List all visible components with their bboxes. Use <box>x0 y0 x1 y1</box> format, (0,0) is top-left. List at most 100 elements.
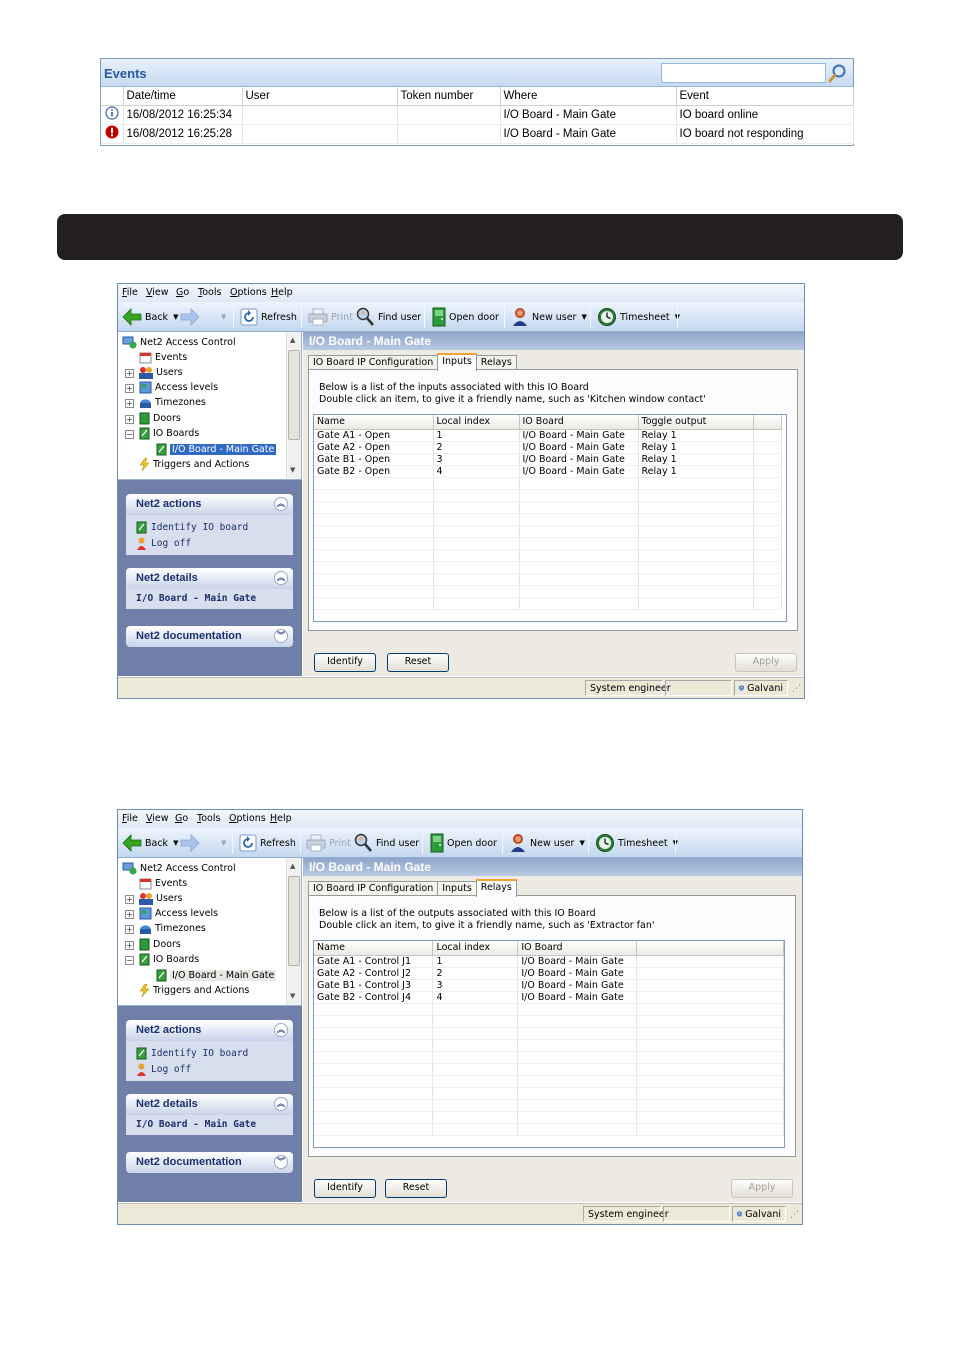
identify-button[interactable]: Identify <box>314 653 376 672</box>
tree-item-timezones[interactable]: Timezones <box>139 395 206 410</box>
new-user-button[interactable]: New user ▼ <box>509 833 585 853</box>
scroll-down-icon[interactable]: ▼ <box>290 466 295 474</box>
table-row[interactable]: 16/08/2012 16:25:34 I/O Board - Main Gat… <box>101 105 854 125</box>
expand-icon[interactable]: + <box>125 384 134 393</box>
back-button[interactable]: Back ▼ <box>122 307 178 327</box>
identify-button[interactable]: Identify <box>314 1179 376 1198</box>
column-header-token[interactable]: Token number <box>397 87 501 106</box>
documentation-header[interactable]: Net2 documentation ︾ <box>126 1152 293 1173</box>
find-user-button[interactable]: Find user <box>353 833 419 853</box>
refresh-button[interactable]: Refresh <box>239 833 296 853</box>
column-header-event[interactable]: Event <box>676 87 854 106</box>
identify-io-board-link[interactable]: Identify IO board <box>136 519 293 535</box>
apply-button[interactable]: Apply <box>731 1179 793 1198</box>
table-row[interactable]: 16/08/2012 16:25:28 I/O Board - Main Gat… <box>101 124 854 144</box>
column-header-local-index[interactable]: Local index <box>432 941 519 956</box>
forward-button[interactable]: ▼ <box>180 307 226 327</box>
expand-icon[interactable]: + <box>125 399 134 408</box>
print-button[interactable]: Print <box>306 833 351 853</box>
tree-scrollbar[interactable]: ▲ ▼ <box>286 332 301 479</box>
scroll-up-icon[interactable]: ▲ <box>290 336 295 344</box>
column-header-toggle-output[interactable]: Toggle output <box>638 415 754 430</box>
column-header-where[interactable]: Where <box>500 87 677 106</box>
relays-grid[interactable]: Name Local index IO Board Gate A1 - Cont… <box>313 940 785 1148</box>
menu-tools[interactable]: Tools <box>197 813 220 824</box>
scroll-thumb[interactable] <box>288 876 300 966</box>
expand-chevron-icon[interactable]: ︾ <box>274 629 288 643</box>
menu-go[interactable]: Go <box>176 287 189 298</box>
documentation-header[interactable]: Net2 documentation ︾ <box>126 626 293 647</box>
open-door-button[interactable]: Open door <box>430 833 497 853</box>
collapse-chevron-icon[interactable]: ︽ <box>274 1097 288 1111</box>
open-door-button[interactable]: Open door <box>432 307 499 327</box>
back-button[interactable]: Back ▼ <box>122 833 178 853</box>
resize-grip-icon[interactable]: ⋰ <box>792 684 801 694</box>
log-off-link[interactable]: Log off <box>136 535 293 551</box>
collapse-chevron-icon[interactable]: ︽ <box>274 497 288 511</box>
apply-button[interactable]: Apply <box>735 653 797 672</box>
menu-help[interactable]: Help <box>271 287 293 298</box>
tree-item-doors[interactable]: Doors <box>139 411 181 426</box>
column-header-user[interactable]: User <box>242 87 398 106</box>
tab-relays[interactable]: Relays <box>475 879 517 897</box>
tree-item-triggers[interactable]: Triggers and Actions <box>139 457 249 472</box>
table-row[interactable]: Gate B2 - Control J4 4 I/O Board - Main Ga… <box>314 991 784 1004</box>
scroll-down-icon[interactable]: ▼ <box>290 992 295 1000</box>
log-off-link[interactable]: Log off <box>136 1061 293 1077</box>
tree-item-timezones[interactable]: Timezones <box>139 921 206 936</box>
menu-view[interactable]: View <box>146 813 169 824</box>
tree-item-events[interactable]: Events <box>139 350 187 365</box>
tree-item-access-levels[interactable]: Access levels <box>139 906 218 921</box>
tree-item-main-gate[interactable]: I/O Board - Main Gate <box>156 442 278 457</box>
collapse-icon[interactable]: − <box>125 956 134 965</box>
actions-header[interactable]: Net2 actions ︽ <box>126 494 293 515</box>
table-row[interactable]: Gate A1 - Control J1 1 I/O Board - Main Ga… <box>314 955 784 968</box>
tree-scrollbar[interactable]: ▲ ▼ <box>286 858 301 1005</box>
reset-button[interactable]: Reset <box>387 653 449 672</box>
menu-options[interactable]: Options <box>229 813 266 824</box>
tree-item-events[interactable]: Events <box>139 876 187 891</box>
menu-help[interactable]: Help <box>270 813 292 824</box>
actions-header[interactable]: Net2 actions ︽ <box>126 1020 293 1041</box>
menu-go[interactable]: Go <box>175 813 188 824</box>
column-header-io-board[interactable]: IO Board <box>519 415 639 430</box>
expand-icon[interactable]: + <box>125 941 134 950</box>
expand-icon[interactable]: + <box>125 895 134 904</box>
new-user-button[interactable]: New user ▼ <box>511 307 587 327</box>
events-search-input[interactable] <box>661 63 826 83</box>
table-row[interactable]: Gate B2 - Open 4 I/O Board - Main Gate Rela… <box>314 465 782 478</box>
column-header-io-board[interactable]: IO Board <box>517 941 638 956</box>
expand-icon[interactable]: + <box>125 910 134 919</box>
details-header[interactable]: Net2 details ︽ <box>126 1094 293 1115</box>
tree-item-doors[interactable]: Doors <box>139 937 181 952</box>
scroll-thumb[interactable] <box>288 350 300 440</box>
column-header-datetime[interactable]: Date/time <box>123 87 243 106</box>
column-header-name[interactable]: Name <box>314 415 434 430</box>
timesheet-button[interactable]: Timesheet▼ <box>597 307 680 327</box>
find-user-button[interactable]: Find user <box>355 307 421 327</box>
table-row[interactable]: Gate B1 - Open 3 I/O Board - Main Gate Rela… <box>314 453 782 466</box>
resize-grip-icon[interactable]: ⋰ <box>790 1210 799 1220</box>
table-row[interactable]: Gate A2 - Control J2 2 I/O Board - Main Ga… <box>314 967 784 980</box>
tree-item-root[interactable]: Net2 Access Control <box>122 861 236 876</box>
tree-item-io-boards[interactable]: IO Boards <box>139 426 199 441</box>
menu-file[interactable]: File <box>122 287 138 298</box>
expand-icon[interactable]: + <box>125 925 134 934</box>
collapse-icon[interactable]: − <box>125 430 134 439</box>
tree-item-root[interactable]: Net2 Access Control <box>122 335 236 350</box>
reset-button[interactable]: Reset <box>385 1179 447 1198</box>
table-row[interactable]: Gate A1 - Open 1 I/O Board - Main Gate Rela… <box>314 429 782 442</box>
identify-io-board-link[interactable]: Identify IO board <box>136 1045 293 1061</box>
details-header[interactable]: Net2 details ︽ <box>126 568 293 589</box>
table-row[interactable]: Gate B1 - Control J3 3 I/O Board - Main Ga… <box>314 979 784 992</box>
search-icon[interactable] <box>827 62 849 84</box>
menu-file[interactable]: File <box>122 813 138 824</box>
menu-view[interactable]: View <box>146 287 169 298</box>
menu-tools[interactable]: Tools <box>198 287 221 298</box>
scroll-up-icon[interactable]: ▲ <box>290 862 295 870</box>
expand-chevron-icon[interactable]: ︾ <box>274 1155 288 1169</box>
expand-icon[interactable]: + <box>125 415 134 424</box>
table-row[interactable]: Gate A2 - Open 2 I/O Board - Main Gate Rela… <box>314 441 782 454</box>
timesheet-button[interactable]: Timesheet▼ <box>595 833 678 853</box>
tree-item-triggers[interactable]: Triggers and Actions <box>139 983 249 998</box>
